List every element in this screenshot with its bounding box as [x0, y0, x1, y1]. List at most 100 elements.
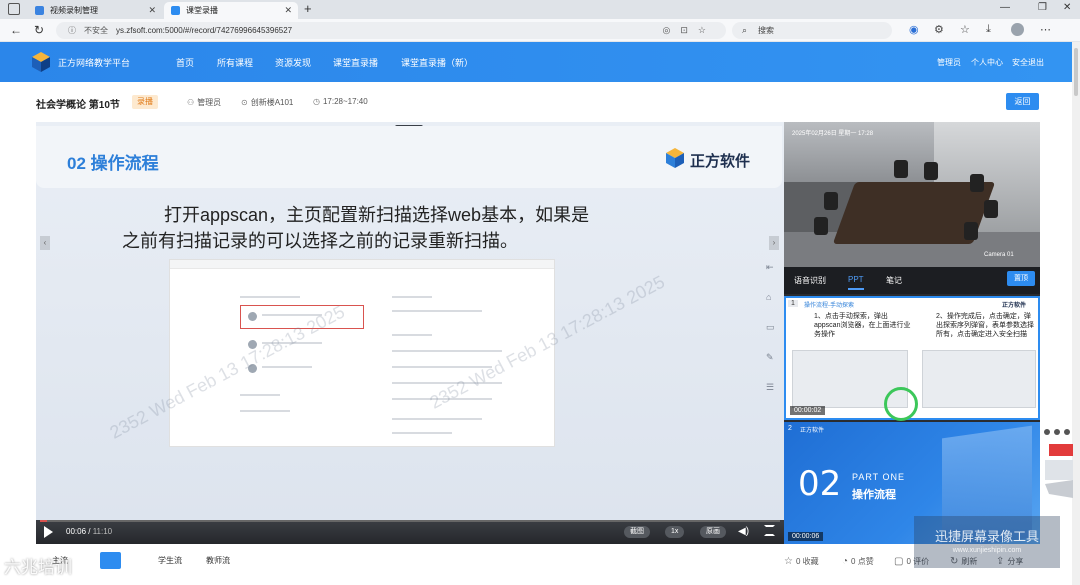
favorite-action[interactable]: ☆ 0 收藏	[784, 556, 819, 567]
nav-resource-discovery[interactable]: 资源发现	[275, 56, 311, 69]
back-button[interactable]: 返回	[1006, 93, 1039, 110]
recorder-watermark: 迅捷屏幕录像工具 www.xunjieshipin.com	[914, 516, 1060, 568]
stream-student-button[interactable]: 学生流	[152, 552, 188, 569]
time-display: 00:06 / 11:10	[66, 527, 113, 536]
thumbnail-part-label: PART ONE	[852, 472, 906, 482]
course-title: 社会学概论 第10节	[36, 100, 120, 111]
tab-title: 视频录制管理	[50, 6, 98, 15]
profile-avatar[interactable]	[1011, 23, 1024, 36]
teacher-meta: ⚇ 管理员	[187, 97, 221, 108]
time-meta: ◷ 17:28~17:40	[313, 97, 368, 106]
location-pin-icon: ⊙	[241, 98, 248, 107]
extensions-icon[interactable]: ⚙	[934, 23, 944, 36]
location-name: 创新楼A101	[250, 98, 294, 107]
layout-tool-icon[interactable]: ☰	[766, 382, 776, 392]
recorder-brand: 迅捷屏幕录像工具	[934, 529, 1039, 544]
next-slide-icon[interactable]: ›	[769, 236, 779, 250]
tab-ppt[interactable]: PPT	[848, 275, 864, 290]
url-action-icons[interactable]: ◎⊡☆	[663, 22, 716, 39]
prev-slide-icon[interactable]: ‹	[40, 236, 50, 250]
recording-badge: 录播	[132, 95, 158, 109]
browser-tab-classroom-recording[interactable]: 课堂录播 ✕	[164, 2, 298, 19]
right-panel-tabs: 语音识别 PPT 笔记	[784, 267, 1040, 294]
back-arrow-icon[interactable]: ←	[10, 23, 22, 37]
slide-text-line-2: 之前有扫描记录的可以选择之前的记录重新扫描。	[122, 231, 518, 251]
slide-section-title: 02 操作流程	[67, 154, 159, 173]
favorites-icon[interactable]: ☆	[960, 23, 970, 36]
copilot-icon[interactable]: ◉	[909, 23, 919, 36]
floating-side-widget[interactable]	[1043, 428, 1073, 508]
pin-top-button[interactable]: 置顶	[1007, 271, 1035, 286]
thumbnail-brand: 正方软件	[1001, 303, 1026, 309]
speed-button[interactable]: 1x	[665, 526, 685, 538]
scrollbar-thumb[interactable]	[1074, 48, 1078, 96]
thumbnail-index: 2	[788, 425, 792, 432]
fullscreen-icon[interactable]	[764, 525, 775, 536]
progress-fill	[40, 520, 47, 522]
slide-toolbar: ⇤ ⌂ ▭ ✎ ☰	[766, 262, 780, 412]
quality-button[interactable]: 原画	[700, 526, 726, 538]
ppt-thumbnail-list: 1 操作流程-手动探索 正方软件 1、点击手动探索，弹出appscan浏览器，在…	[784, 294, 1040, 544]
minimize-icon[interactable]: —	[1000, 2, 1010, 13]
player-controls: 00:06 / 11:10 截图 1x 原画 ◀)	[36, 520, 784, 544]
camera-timestamp: 2025年02月26日 星期一 17:28	[792, 131, 874, 137]
play-icon[interactable]	[44, 526, 53, 538]
slide-screenshot-image	[169, 259, 555, 447]
stream-main-active-marker[interactable]	[100, 552, 121, 569]
browser-tab-video-management[interactable]: 视频录制管理 ✕	[28, 2, 162, 19]
close-tab-icon[interactable]: ✕	[148, 2, 156, 19]
volume-icon[interactable]: ◀)	[738, 526, 749, 537]
thumb-up-icon: ◔	[842, 556, 849, 567]
clock-icon: ◷	[313, 97, 320, 106]
thumbnail-brand: 正方软件	[800, 428, 825, 434]
reload-icon[interactable]: ↻	[34, 23, 44, 37]
like-action[interactable]: ◔ 0 点赞	[842, 556, 874, 567]
teacher-name: 管理员	[197, 98, 222, 107]
page-scrollbar[interactable]	[1072, 42, 1080, 585]
thumbnail-title: 操作流程-手动探索	[804, 303, 854, 309]
progress-bar[interactable]	[40, 520, 780, 522]
screenshot-button[interactable]: 截图	[624, 526, 650, 538]
home-tool-icon[interactable]: ⌂	[766, 292, 776, 302]
screen-tool-icon[interactable]: ▭	[766, 322, 776, 332]
restore-icon[interactable]: ❐	[1038, 2, 1047, 13]
pointer-tool-icon[interactable]: ⇤	[766, 262, 776, 272]
thumbnail-image-2	[922, 350, 1036, 408]
like-count: 0 点赞	[851, 557, 874, 566]
classroom-camera-feed[interactable]: 2025年02月26日 星期一 17:28 Camera 01	[784, 122, 1040, 267]
not-secure-icon: ⓘ	[68, 26, 76, 35]
more-menu-icon[interactable]: ⋯	[1040, 23, 1051, 36]
logout-link[interactable]: 安全退出	[1012, 57, 1044, 68]
thumbnail-heading: 操作流程	[852, 489, 896, 501]
app-header: 正方网络教学平台 首页 所有课程 资源发现 课堂直录播 课堂直录播（新） 管理员…	[0, 42, 1072, 82]
tab-speech-recognition[interactable]: 语音识别	[794, 275, 826, 286]
thumbnail-duration: 00:00:06	[788, 532, 824, 541]
window-close-icon[interactable]: ✕	[1063, 2, 1071, 13]
course-info-bar: 社会学概论 第10节 录播 ⚇ 管理员 ⊙ 创新楼A101 ◷ 17:28~17:40…	[0, 82, 1072, 122]
tab-notes[interactable]: 笔记	[886, 275, 902, 286]
close-tab-icon[interactable]: ✕	[284, 2, 292, 19]
new-tab-icon[interactable]: +	[304, 1, 312, 16]
personal-center-link[interactable]: 个人中心	[971, 57, 1003, 68]
thumbnail-text-col2: 2、操作完成后，点击确定，弹出探索序列弹窗，表单参数选择所有，点击确定进入安全扫…	[936, 313, 1034, 338]
url-field[interactable]: ⓘ 不安全 ys.zfsoft.com:5000/#/record/74276996…	[56, 22, 726, 39]
download-icon[interactable]: ⤓	[986, 23, 991, 36]
nav-all-courses[interactable]: 所有课程	[217, 56, 253, 69]
brand-name: 正方网络教学平台	[58, 58, 131, 68]
nav-home[interactable]: 首页	[176, 56, 194, 69]
browser-search-field[interactable]: ⌕ 搜索	[732, 22, 892, 39]
search-icon: ⌕	[742, 25, 748, 35]
slide-brand-logo-icon	[666, 148, 684, 168]
tab-title: 课堂录播	[186, 6, 218, 15]
brand-logo-icon	[32, 52, 50, 72]
nav-live-recording[interactable]: 课堂直录播	[333, 56, 378, 69]
tab-actions-icon[interactable]	[8, 3, 20, 15]
classroom-favicon-icon	[171, 6, 180, 15]
time-range: 17:28~17:40	[322, 97, 368, 106]
nav-live-recording-new[interactable]: 课堂直录播（新）	[401, 56, 473, 69]
stream-teacher-button[interactable]: 教师流	[200, 552, 236, 569]
click-highlight-ring	[884, 387, 918, 421]
video-player[interactable]: 02 操作流程 正方软件 打开appscan，主页配置新扫描选择web基本，如果…	[36, 122, 784, 544]
user-name[interactable]: 管理员	[937, 57, 961, 68]
pen-tool-icon[interactable]: ✎	[766, 352, 776, 362]
